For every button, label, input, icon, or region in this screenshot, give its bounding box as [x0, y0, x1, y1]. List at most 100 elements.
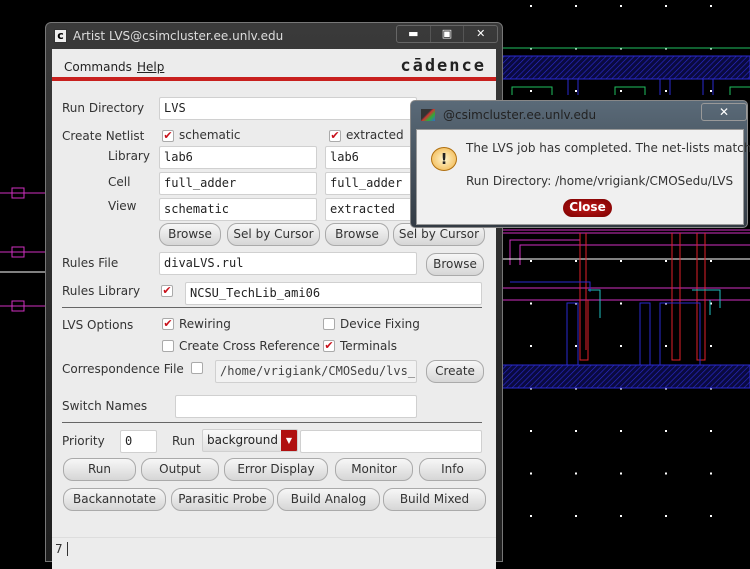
error-display-button[interactable]: Error Display: [224, 458, 328, 481]
menu-commands[interactable]: Commands: [64, 60, 132, 74]
grid-dot: [665, 260, 667, 262]
grid-dot: [620, 5, 622, 7]
run-mode-value: background: [207, 433, 278, 447]
cross-reference-checkbox[interactable]: [162, 340, 174, 352]
grid-dot: [575, 90, 577, 92]
dialog-title: @csimcluster.ee.unlv.edu: [443, 108, 597, 122]
device-fixing-checkbox[interactable]: [323, 318, 335, 330]
schematic-browse-button[interactable]: Browse: [159, 223, 221, 246]
close-window-button[interactable]: ✕: [463, 26, 497, 42]
rules-library-input[interactable]: NCSU_TechLib_ami06: [185, 282, 482, 305]
grid-dot: [530, 430, 532, 432]
rewiring-label: Rewiring: [179, 317, 231, 331]
grid-dot: [530, 345, 532, 347]
grid-dot: [530, 5, 532, 7]
warning-speech-bubble-icon: !: [431, 147, 457, 171]
view-label: View: [108, 199, 137, 213]
extracted-checkbox-label: extracted: [346, 128, 404, 142]
metal-rail-gnd: [501, 364, 750, 389]
grid-dot: [665, 345, 667, 347]
switch-names-label: Switch Names: [62, 399, 148, 413]
grid-dot: [710, 430, 712, 432]
schematic-cell-input[interactable]: full_adder: [159, 172, 317, 195]
dialog-message: The LVS job has completed. The net-lists…: [466, 141, 750, 155]
run-extra-input[interactable]: [300, 430, 482, 453]
maximize-button[interactable]: ▣: [429, 26, 464, 42]
priority-label: Priority: [62, 434, 105, 448]
rewiring-checkbox[interactable]: ✔: [162, 318, 174, 330]
rules-library-checkbox[interactable]: ✔: [161, 285, 173, 297]
terminals-checkbox[interactable]: ✔: [323, 340, 335, 352]
grid-dot: [530, 472, 532, 475]
run-directory-input[interactable]: LVS: [159, 97, 417, 120]
metal-rail-vdd: [501, 55, 750, 80]
grid-dot: [575, 515, 577, 517]
grid-dots: [530, 5, 712, 517]
switch-names-input[interactable]: [175, 395, 417, 418]
menu-bar: Commands Help cādence: [52, 49, 496, 81]
grid-dot: [620, 90, 622, 92]
backannotate-button[interactable]: Backannotate: [63, 488, 166, 511]
dialog-run-directory: Run Directory: /home/vrigiank/CMOSedu/LV…: [466, 174, 734, 188]
build-analog-button[interactable]: Build Analog: [277, 488, 380, 511]
grid-dot: [665, 515, 667, 517]
create-button[interactable]: Create: [426, 360, 484, 383]
divider: [62, 307, 482, 308]
grid-dot: [620, 515, 622, 517]
grid-dot: [665, 472, 667, 475]
correspondence-file-label: Correspondence File: [62, 362, 184, 376]
grid-dot: [575, 345, 577, 347]
grid-dot: [665, 5, 667, 7]
correspondence-file-checkbox[interactable]: [191, 362, 203, 374]
schematic-checkbox-label: schematic: [179, 128, 241, 142]
parasitic-probe-button[interactable]: Parasitic Probe: [171, 488, 274, 511]
device-fixing-label: Device Fixing: [340, 317, 420, 331]
window-title: Artist LVS@csimcluster.ee.unlv.edu: [73, 29, 284, 43]
chevron-down-icon: ▼: [281, 430, 297, 451]
monitor-button[interactable]: Monitor: [335, 458, 413, 481]
grid-dot: [710, 345, 712, 347]
rules-file-input[interactable]: divaLVS.rul: [159, 252, 417, 275]
correspondence-file-input[interactable]: /home/vrigiank/CMOSedu/lvs_c: [215, 360, 417, 383]
dialog-body: ! The LVS job has completed. The net-lis…: [416, 129, 750, 225]
cadence-app-icon: c: [54, 29, 67, 43]
grid-dot: [710, 5, 712, 7]
cross-reference-label: Create Cross Reference: [179, 339, 320, 353]
grid-dot: [575, 260, 577, 262]
grid-dot: [710, 472, 712, 475]
menu-help[interactable]: Help: [137, 60, 164, 74]
dialog-close-x-button[interactable]: ✕: [701, 103, 747, 121]
grid-dot: [620, 302, 622, 305]
rules-library-label: Rules Library: [62, 284, 141, 298]
extracted-checkbox[interactable]: ✔: [329, 130, 341, 142]
grid-dot: [530, 515, 532, 517]
rules-file-browse-button[interactable]: Browse: [426, 253, 484, 276]
schematic-checkbox[interactable]: ✔: [162, 130, 174, 142]
run-button[interactable]: Run: [63, 458, 136, 481]
schematic-sel-by-cursor-button[interactable]: Sel by Cursor: [227, 223, 320, 246]
run-mode-select[interactable]: background ▼: [202, 429, 298, 452]
grid-dot: [710, 260, 712, 262]
priority-input[interactable]: 0: [120, 430, 157, 453]
divider: [62, 422, 482, 423]
lvs-options-label: LVS Options: [62, 318, 134, 332]
grid-dot: [620, 345, 622, 347]
extracted-browse-button[interactable]: Browse: [325, 223, 389, 246]
cadence-logo: cādence: [400, 56, 486, 76]
library-label: Library: [108, 149, 150, 163]
window-controls: ▬ ▣ ✕: [396, 25, 498, 43]
info-button[interactable]: Info: [419, 458, 486, 481]
build-mixed-button[interactable]: Build Mixed: [383, 488, 486, 511]
schematic-library-input[interactable]: lab6: [159, 146, 317, 169]
dialog-close-button[interactable]: Close: [563, 199, 612, 217]
schematic-view-input[interactable]: schematic: [159, 198, 317, 221]
grid-dot: [530, 260, 532, 262]
run-label: Run: [172, 434, 196, 448]
grid-dot: [710, 90, 712, 92]
output-button[interactable]: Output: [141, 458, 219, 481]
grid-dot: [530, 302, 532, 305]
rules-file-label: Rules File: [62, 256, 119, 270]
lvs-complete-dialog: @csimcluster.ee.unlv.edu ✕ ! The LVS job…: [410, 100, 750, 228]
grid-dot: [665, 90, 667, 92]
minimize-button[interactable]: ▬: [397, 26, 430, 42]
